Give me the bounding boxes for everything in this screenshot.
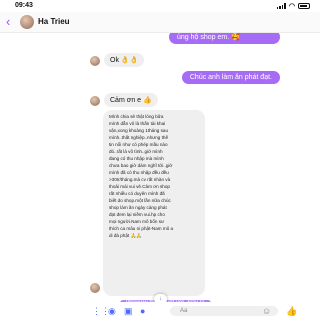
message-line: đó..rất là vô tình..giờ mình [109, 149, 163, 154]
message-line: vận,xong khoảng 1tháng sau [109, 128, 169, 133]
message-line: đạt đem lại niềm vui.hp cho [109, 212, 165, 217]
chevron-left-icon[interactable]: ‹ [6, 15, 10, 28]
message-outgoing[interactable]: Chúc anh làm ăn phát đạt. [181, 71, 280, 84]
message-line: biết do shop.một lần nữa chúc [109, 198, 171, 203]
message-line: mình..thất nghiệp..nhưng thế [109, 135, 169, 140]
like-icon[interactable]: 👍 [286, 306, 297, 316]
status-icons: ◠ [276, 2, 310, 10]
message-line: mọi người.Nam mô bổn sư [109, 219, 165, 224]
camera-icon[interactable]: ◉ [108, 306, 116, 316]
contact-avatar-small [90, 283, 100, 293]
wifi-icon: ◠ [288, 3, 295, 10]
message-line: Mình chia sẻ thật lòng bữa [109, 114, 164, 119]
message-line: di đà phật 🙏🙏 [109, 233, 142, 238]
signal-icon [276, 3, 286, 9]
status-time: 09:43 [15, 2, 33, 9]
battery-icon [298, 3, 310, 9]
chat-header: ‹ Ha Trieu [0, 12, 320, 33]
message-line: mình đã có thu nhập đều đều [109, 170, 169, 175]
message-line: mình dẫn vô là thấn tài khai [109, 121, 166, 126]
message-line: thích ca mâu ni phật-Nam mô a [109, 226, 174, 231]
emoji-icon[interactable]: ☺ [262, 306, 271, 316]
message-incoming-long[interactable]: Mình chia sẻ thật lòng bữa mình dẫn vô l… [103, 110, 205, 296]
message-line: thoải mái vui vẻ.Cảm ơn shop [109, 184, 170, 189]
message-incoming[interactable]: Cảm ơn e 👍 [104, 93, 158, 107]
message-line: >30tr/tháng.mà cv rất nhàn và [109, 177, 171, 182]
message-incoming[interactable]: Ok 👌👌 [104, 53, 145, 67]
message-line: tin nổi như có phép mầu nào [109, 142, 168, 147]
contact-avatar-small [90, 56, 100, 66]
contact-name[interactable]: Ha Trieu [38, 17, 70, 26]
contact-avatar-small [90, 96, 100, 106]
message-line: rất nhiều có duyên mình đã [109, 191, 165, 196]
message-line: đang có thu nhập mà mình [109, 156, 164, 161]
contact-avatar[interactable] [20, 15, 34, 29]
image-icon[interactable]: ▣ [124, 306, 133, 316]
status-bar: 09:43 ◠ [0, 0, 320, 12]
message-line: shop làm ăn ngày càng phát [109, 205, 167, 210]
message-line: chưa bao giờ dám nghĩ tới..giờ [109, 163, 173, 168]
microphone-icon[interactable]: ● [140, 306, 145, 316]
composer-bar: ⋮⋮ ◉ ▣ ● Aa ☺ 👍 [0, 302, 320, 320]
